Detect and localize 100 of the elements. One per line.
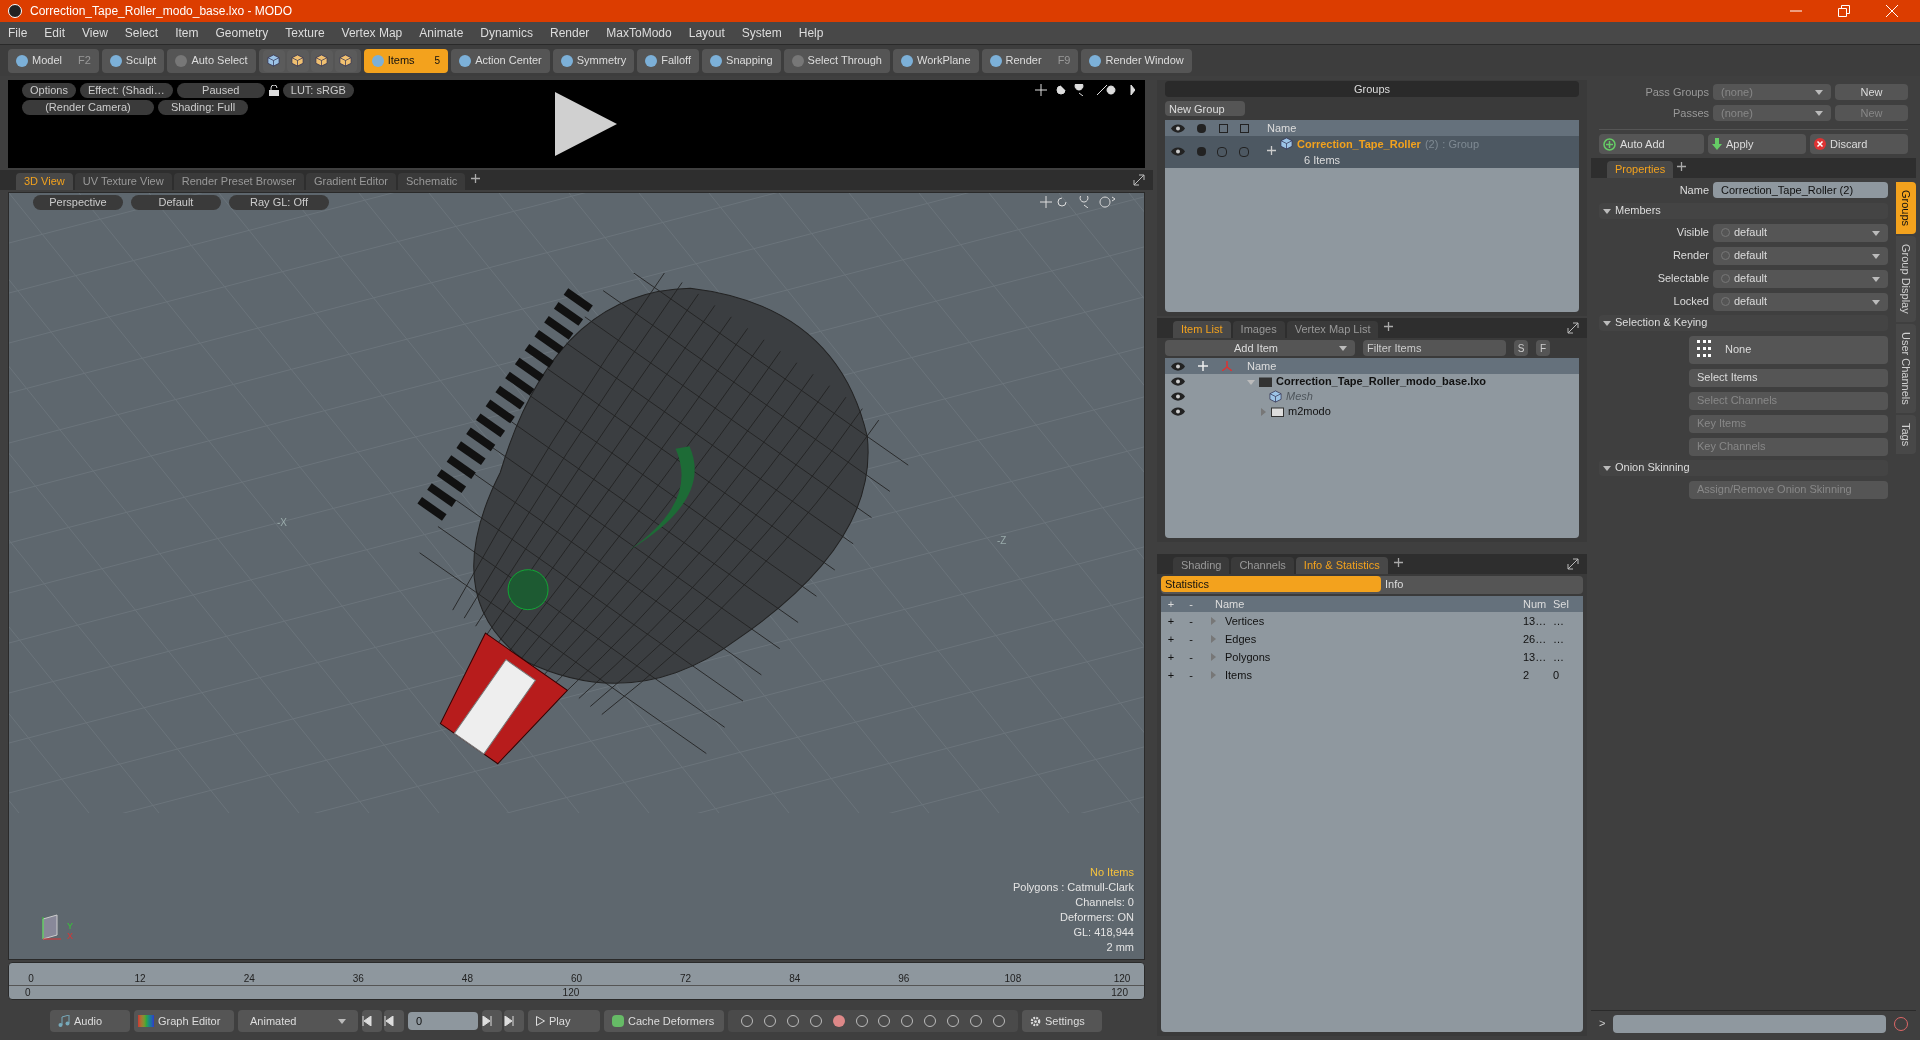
panel-tab[interactable]: Images	[1232, 321, 1285, 338]
preview-option-button[interactable]: (Render Camera)	[22, 100, 154, 115]
menu-item[interactable]: Help	[798, 24, 824, 42]
preview-option-button[interactable]: Paused	[176, 83, 265, 98]
menu-item[interactable]: Edit	[44, 24, 66, 42]
menu-item[interactable]: System	[741, 24, 782, 42]
panel-tab[interactable]: Vertex Map List	[1286, 321, 1379, 338]
value-dropdown[interactable]: default	[1713, 223, 1888, 242]
panel-tab[interactable]: 3D View	[16, 173, 73, 190]
action-button[interactable]: Select Items	[1689, 368, 1888, 387]
menu-item[interactable]: Animate	[419, 24, 464, 42]
collapse-minus-button[interactable]: -	[1181, 648, 1201, 666]
panel-tab[interactable]: UV Texture View	[74, 173, 172, 190]
menu-item[interactable]: Geometry	[215, 24, 269, 42]
toolbar-button[interactable]: Falloff	[637, 48, 700, 73]
toolbar-button[interactable]: Action Center	[451, 48, 550, 73]
selection-mode-button[interactable]	[286, 49, 309, 72]
menu-item[interactable]: Item	[175, 24, 199, 42]
play-button[interactable]: Play	[528, 1010, 600, 1032]
toolbar-button[interactable]: Render F9	[981, 48, 1079, 73]
preview-option-button[interactable]: LUT: sRGB	[282, 83, 354, 98]
selection-set-button[interactable]: None	[1689, 335, 1888, 364]
add-tab-icon[interactable]	[1677, 161, 1687, 171]
settings-button[interactable]: Settings	[1022, 1010, 1102, 1032]
toolbar-button[interactable]: Items 5	[363, 48, 449, 73]
viewport-option-button[interactable]: Default	[131, 194, 221, 210]
collapse-minus-button[interactable]: -	[1181, 666, 1201, 684]
name-field[interactable]: Correction_Tape_Roller (2)	[1713, 182, 1888, 199]
add-tab-icon[interactable]	[1393, 557, 1403, 567]
menu-item[interactable]: Vertex Map	[341, 24, 403, 42]
mode-dropdown[interactable]: Animated	[238, 1010, 358, 1032]
section-header[interactable]: Selection & Keying	[1599, 314, 1888, 331]
menu-item[interactable]: Dynamics	[480, 24, 533, 42]
panel-tab[interactable]: Schematic	[398, 173, 466, 190]
value-dropdown[interactable]: default	[1713, 292, 1888, 311]
new-group-button[interactable]: New Group	[1165, 101, 1245, 116]
restore-icon[interactable]	[1838, 5, 1850, 17]
expand-plus-button[interactable]: +	[1161, 666, 1181, 684]
section-header[interactable]: Members	[1599, 202, 1888, 219]
menu-item[interactable]: Render	[550, 24, 590, 42]
step-forward-button[interactable]	[482, 1010, 502, 1032]
tree-item[interactable]: m2modo	[1288, 403, 1331, 420]
expand-icon[interactable]	[1267, 145, 1276, 155]
audio-button[interactable]: Audio	[50, 1010, 130, 1032]
panel-tab[interactable]: Shading	[1173, 557, 1230, 574]
preview-option-button[interactable]: Options	[22, 83, 76, 98]
side-tab[interactable]: Group Display	[1896, 236, 1916, 322]
side-tab[interactable]: User Channels	[1896, 323, 1916, 413]
discard-button[interactable]: Discard	[1810, 134, 1908, 154]
preview-option-button[interactable]: Shading: Full	[158, 100, 248, 115]
toolbar-button[interactable]: Snapping	[702, 48, 781, 73]
sub-tab[interactable]: Info	[1381, 576, 1583, 592]
toolbar-button[interactable]: WorkPlane	[892, 48, 979, 73]
side-tab[interactable]: Tags	[1896, 414, 1916, 454]
add-tab-icon[interactable]	[471, 173, 481, 183]
toolbar-button[interactable]: Symmetry	[552, 48, 635, 73]
menu-item[interactable]: MaxToModo	[606, 24, 672, 42]
expand-plus-button[interactable]: +	[1161, 648, 1181, 666]
value-dropdown[interactable]: default	[1713, 269, 1888, 288]
filter-field[interactable]: Filter Items	[1363, 340, 1506, 356]
f-toggle-button[interactable]: F	[1536, 340, 1550, 356]
value-dropdown[interactable]: default	[1713, 246, 1888, 265]
menu-item[interactable]: File	[8, 24, 28, 42]
graph-editor-button[interactable]: Graph Editor	[134, 1010, 234, 1032]
menu-item[interactable]: Layout	[688, 24, 725, 42]
viewport-option-button[interactable]: Perspective	[33, 194, 123, 210]
toolbar-button[interactable]: Render Window	[1081, 48, 1192, 73]
mode-button[interactable]: Model F2	[8, 48, 99, 73]
expand-plus-button[interactable]: +	[1161, 630, 1181, 648]
expand-plus-button[interactable]: +	[1161, 612, 1181, 630]
collapse-minus-button[interactable]: -	[1181, 612, 1201, 630]
section-header[interactable]: Onion Skinning	[1599, 459, 1888, 476]
panel-tab[interactable]: Render Preset Browser	[173, 173, 304, 190]
mode-button[interactable]: Sculpt	[101, 48, 165, 73]
selection-mode-button[interactable]	[262, 49, 285, 72]
add-tab-icon[interactable]	[1384, 321, 1394, 331]
cache-deformers-button[interactable]: Cache Deformers	[604, 1010, 724, 1032]
preview-option-button[interactable]: Effect: (Shadi…	[79, 83, 173, 98]
selection-mode-button[interactable]	[334, 49, 357, 72]
panel-tab[interactable]: Properties	[1607, 161, 1674, 178]
menu-item[interactable]: Select	[124, 24, 159, 42]
apply-button[interactable]: Apply	[1708, 134, 1806, 154]
auto-add-button[interactable]: Auto Add	[1599, 134, 1704, 154]
go-to-start-button[interactable]	[362, 1010, 382, 1032]
go-to-end-button[interactable]	[504, 1010, 524, 1032]
new-pass-group-button[interactable]: New	[1835, 84, 1908, 101]
close-icon[interactable]	[1886, 5, 1898, 17]
panel-tab[interactable]: Item List	[1173, 321, 1231, 338]
tree-item[interactable]: Correction_Tape_Roller_modo_base.lxo	[1276, 373, 1487, 390]
menu-item[interactable]: Texture	[285, 24, 325, 42]
add-item-dropdown[interactable]: Add Item	[1165, 340, 1355, 356]
panel-tab[interactable]: Info & Statistics	[1295, 557, 1388, 574]
collapse-minus-button[interactable]: -	[1181, 630, 1201, 648]
side-tab[interactable]: Groups	[1896, 182, 1916, 235]
frame-field[interactable]: 0	[408, 1012, 478, 1030]
panel-tab[interactable]: Channels	[1231, 557, 1294, 574]
step-back-button[interactable]	[384, 1010, 404, 1032]
command-field[interactable]	[1613, 1014, 1886, 1033]
viewport-option-button[interactable]: Ray GL: Off	[229, 194, 329, 210]
selection-mode-button[interactable]	[310, 49, 333, 72]
